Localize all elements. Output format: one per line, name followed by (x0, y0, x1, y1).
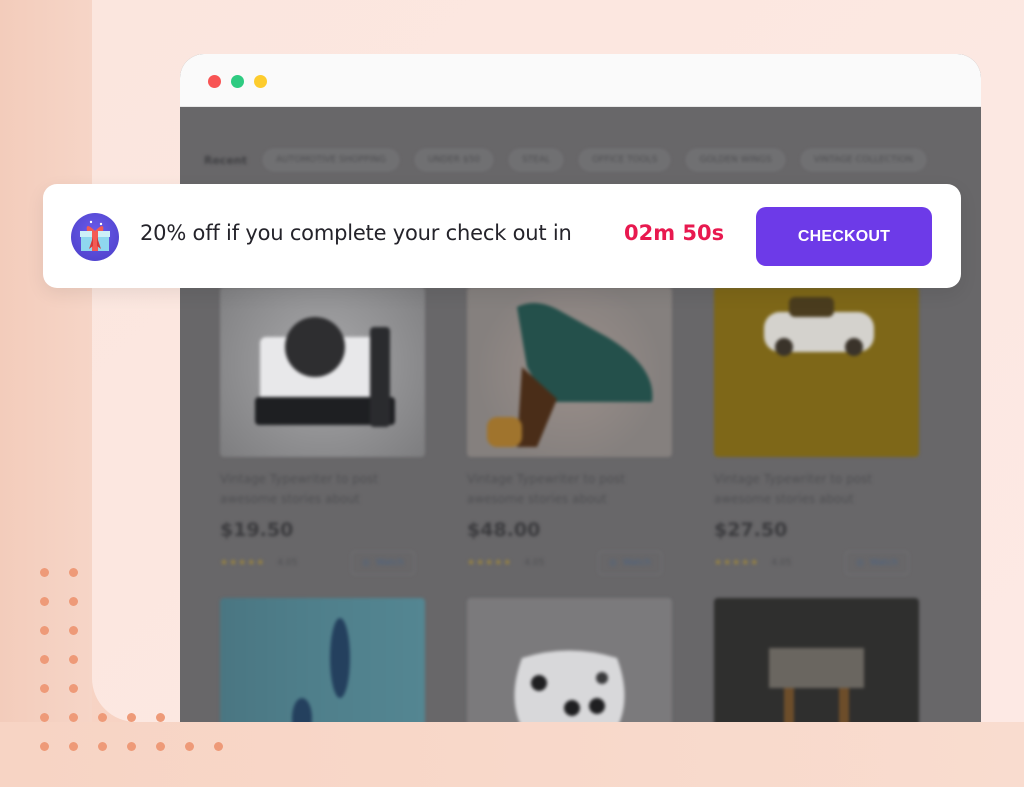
decorative-dot (156, 713, 165, 722)
star-rating-icon: ★★★★★ (714, 558, 760, 568)
decorative-dot (69, 626, 78, 635)
decorative-dot (185, 742, 194, 751)
decorative-dot (40, 597, 49, 606)
filter-chip[interactable]: OFFICE TOOLS (579, 149, 671, 171)
decorative-dot (127, 742, 136, 751)
product-card[interactable] (220, 598, 425, 722)
gift-icon (71, 213, 119, 261)
product-image-camera[interactable] (220, 287, 425, 457)
star-rating-icon: ★★★★★ (220, 558, 266, 568)
checkout-discount-banner: 20% off if you complete your check out i… (43, 184, 961, 288)
filter-chip[interactable]: UNDER $50 (414, 149, 494, 171)
watch-button[interactable]: ◎ Watch (351, 551, 415, 575)
watch-label: Watch (869, 558, 898, 568)
discount-message: 20% off if you complete your check out i… (140, 221, 572, 245)
rating-value: 4.05 (277, 558, 298, 568)
product-title[interactable]: Vintage Typewriter to post awesome stori… (220, 469, 420, 509)
decorative-dot (69, 568, 78, 577)
decorative-dot (40, 655, 49, 664)
product-price: $27.50 (714, 519, 788, 541)
watch-label: Watch (622, 558, 651, 568)
decorative-dot (98, 713, 107, 722)
decorative-dot (40, 713, 49, 722)
decorative-dot (214, 742, 223, 751)
eye-icon: ◎ (362, 558, 370, 568)
watch-button[interactable]: ◎ Watch (598, 551, 662, 575)
product-image-controller[interactable] (467, 598, 672, 722)
rating-value: 4.05 (771, 558, 792, 568)
product-title[interactable]: Vintage Typewriter to post awesome stori… (714, 469, 914, 509)
maximize-window-button[interactable] (254, 75, 267, 88)
browser-window: Recent AUTOMOTIVE SHOPPING UNDER $50 STE… (180, 54, 981, 722)
decorative-dot (40, 626, 49, 635)
product-card[interactable] (467, 598, 672, 722)
decorative-dot (40, 684, 49, 693)
product-image-shoe[interactable] (467, 287, 672, 457)
minimize-window-button[interactable] (231, 75, 244, 88)
star-rating-icon: ★★★★★ (467, 558, 513, 568)
decorative-dot (69, 742, 78, 751)
product-price: $19.50 (220, 519, 294, 541)
watch-label: Watch (375, 558, 404, 568)
product-title[interactable]: Vintage Typewriter to post awesome stori… (467, 469, 667, 509)
decorative-dot (69, 597, 78, 606)
rating-value: 4.05 (524, 558, 545, 568)
decorative-dot (69, 684, 78, 693)
filter-label: Recent (204, 153, 248, 167)
filter-chip[interactable]: STEAL (509, 149, 564, 171)
close-window-button[interactable] (208, 75, 221, 88)
decorative-dot (40, 742, 49, 751)
decorative-dot (156, 742, 165, 751)
filter-chip[interactable]: AUTOMOTIVE SHOPPING (263, 149, 399, 171)
filter-chip[interactable]: VINTAGE COLLECTION (800, 149, 926, 171)
decorative-dot (69, 713, 78, 722)
eye-icon: ◎ (856, 558, 864, 568)
decorative-dot (69, 655, 78, 664)
watch-button[interactable]: ◎ Watch (845, 551, 909, 575)
product-image-interior[interactable] (714, 598, 919, 722)
decorative-dot (127, 713, 136, 722)
product-image-toy-car[interactable] (714, 287, 919, 457)
eye-icon: ◎ (609, 558, 617, 568)
product-card[interactable]: Vintage Typewriter to post awesome stori… (714, 287, 919, 575)
product-card[interactable]: Vintage Typewriter to post awesome stori… (220, 287, 425, 575)
product-card[interactable] (714, 598, 919, 722)
filter-chip[interactable]: GOLDEN WINGS (686, 149, 785, 171)
decorative-dot (98, 742, 107, 751)
product-image-surfboard[interactable] (220, 598, 425, 722)
product-price: $48.00 (467, 519, 541, 541)
checkout-button[interactable]: CHECKOUT (756, 207, 932, 266)
countdown-timer: 02m 50s (624, 221, 725, 245)
browser-titlebar (180, 54, 981, 107)
filter-bar: Recent AUTOMOTIVE SHOPPING UNDER $50 STE… (204, 149, 926, 171)
decorative-dot (40, 568, 49, 577)
product-card[interactable]: Vintage Typewriter to post awesome stori… (467, 287, 672, 575)
